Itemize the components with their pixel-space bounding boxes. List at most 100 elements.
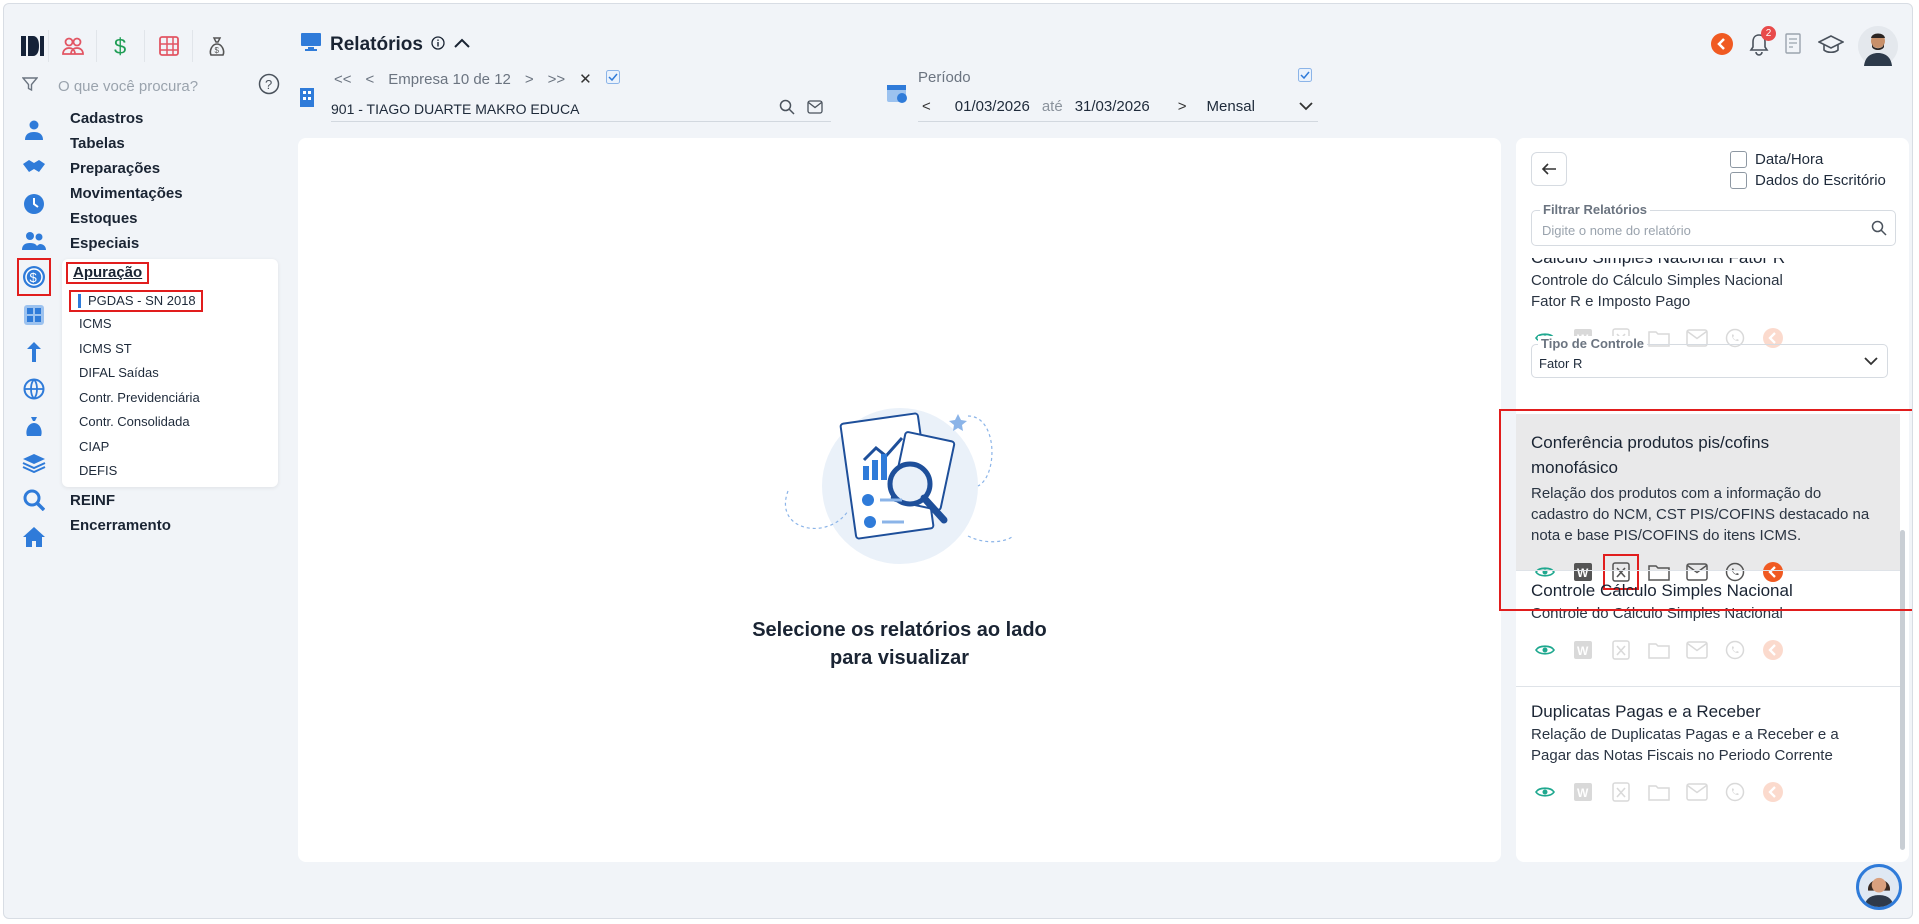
svg-text:W: W xyxy=(1577,644,1589,658)
mail-icon[interactable] xyxy=(1683,636,1711,664)
company-check-icon[interactable] xyxy=(605,70,620,88)
folder-icon[interactable] xyxy=(1645,636,1673,664)
submenu-item-pgdas[interactable]: PGDAS - SN 2018 xyxy=(69,290,203,312)
bell-icon[interactable]: 2 xyxy=(1748,25,1776,61)
whatsapp-icon[interactable] xyxy=(1721,636,1749,664)
dados-escritorio-checkbox[interactable]: Dados do Escritório xyxy=(1730,172,1886,189)
money-bag-icon[interactable]: $ xyxy=(192,30,240,62)
period-start-date[interactable]: 01/03/2026 xyxy=(955,98,1030,115)
globe-icon[interactable] xyxy=(18,370,50,407)
assistant-avatar[interactable] xyxy=(1856,864,1902,910)
makro-logo[interactable] xyxy=(18,31,48,61)
orange-back-icon[interactable] xyxy=(1759,636,1787,664)
menu-item-tabelas[interactable]: Tabelas xyxy=(70,131,280,156)
chevron-down-icon[interactable] xyxy=(1863,353,1879,374)
info-icon[interactable] xyxy=(431,34,445,56)
checkbox-box[interactable] xyxy=(1730,172,1747,189)
calculator-rail-icon[interactable] xyxy=(18,296,50,333)
eye-icon[interactable] xyxy=(1531,636,1559,664)
excel-icon[interactable] xyxy=(1607,636,1635,664)
menu-item-estoques[interactable]: Estoques xyxy=(70,206,280,231)
word-icon[interactable]: W xyxy=(1569,636,1597,664)
chevron-up-icon[interactable] xyxy=(453,34,471,56)
filter-icon[interactable] xyxy=(21,76,39,97)
whatsapp-icon[interactable] xyxy=(1721,778,1749,806)
periodo-label: Período xyxy=(918,69,971,86)
periodo-check-icon[interactable] xyxy=(1298,68,1312,87)
last-company-button[interactable]: >> xyxy=(548,71,566,88)
arrow-up-icon[interactable] xyxy=(18,333,50,370)
user-tie-icon[interactable] xyxy=(18,111,50,148)
mail-icon[interactable] xyxy=(1683,778,1711,806)
filter-reports-field[interactable]: Filtrar Relatórios Digite o nome do rela… xyxy=(1531,202,1896,246)
eye-icon[interactable] xyxy=(1531,778,1559,806)
report-card-duplicatas[interactable]: Duplicatas Pagas e a Receber Relação de … xyxy=(1516,699,1900,806)
excel-icon[interactable] xyxy=(1607,778,1635,806)
empty-state-line1: Selecione os relatórios ao lado xyxy=(752,619,1047,641)
search-rail-icon[interactable] xyxy=(18,481,50,518)
people-icon[interactable] xyxy=(48,30,96,62)
report-title: Cálculo Simples Nacional Fator R xyxy=(1531,258,1885,270)
submenu-item-difal[interactable]: DIFAL Saídas xyxy=(79,363,159,383)
prev-period-button[interactable]: < xyxy=(922,98,931,115)
next-company-button[interactable]: > xyxy=(525,71,534,88)
handshake-icon[interactable] xyxy=(18,148,50,185)
menu-item-cadastros[interactable]: Cadastros xyxy=(70,106,280,131)
tipo-controle-select[interactable]: Tipo de Controle Fator R xyxy=(1531,336,1888,378)
orange-back-icon[interactable] xyxy=(1710,32,1734,61)
dados-escritorio-label: Dados do Escritório xyxy=(1755,172,1886,189)
money-bag-rail-icon[interactable] xyxy=(18,407,50,444)
first-company-button[interactable]: << xyxy=(334,71,352,88)
arrow-left-icon xyxy=(1541,163,1556,175)
search-input[interactable]: O que você procura? xyxy=(58,78,258,95)
home-icon[interactable] xyxy=(18,518,50,555)
user-avatar[interactable] xyxy=(1858,26,1898,66)
next-period-button[interactable]: > xyxy=(1178,98,1187,115)
help-icon[interactable]: ? xyxy=(258,73,280,100)
filter-input[interactable]: Digite o nome do relatório xyxy=(1542,223,1691,238)
svg-text:W: W xyxy=(1577,786,1589,800)
submenu-item-icms[interactable]: ICMS xyxy=(79,314,112,334)
layers-icon[interactable] xyxy=(18,444,50,481)
menu-item-reinf[interactable]: REINF xyxy=(70,492,115,509)
app-window: $ $ O que você procura? ? $ Cadastros Ta… xyxy=(3,3,1913,919)
svg-text:$: $ xyxy=(114,34,126,58)
graduation-cap-icon[interactable] xyxy=(1817,33,1845,60)
empty-state-line2: para visualizar xyxy=(830,647,969,669)
submenu-item-contr-prev[interactable]: Contr. Previdenciária xyxy=(79,388,200,408)
menu-item-especiais[interactable]: Especiais xyxy=(70,231,280,256)
menu-item-preparacoes[interactable]: Preparações xyxy=(70,156,280,181)
menu-item-apuracao[interactable]: Apuração xyxy=(66,262,150,284)
clear-company-button[interactable]: ✕ xyxy=(579,70,592,88)
mail-company-icon[interactable] xyxy=(807,100,823,117)
clock-icon[interactable] xyxy=(18,185,50,222)
prev-company-button[interactable]: < xyxy=(366,71,375,88)
dollar-icon[interactable]: $ xyxy=(96,30,144,62)
report-viewer: Selecione os relatórios ao lado para vis… xyxy=(298,138,1501,862)
monitor-icon xyxy=(300,32,322,58)
users-icon[interactable] xyxy=(18,222,50,259)
back-button[interactable] xyxy=(1531,152,1567,186)
menu-item-encerramento[interactable]: Encerramento xyxy=(70,517,171,534)
datahora-checkbox[interactable]: Data/Hora xyxy=(1730,151,1823,168)
apuracao-dollar-icon[interactable]: $ xyxy=(17,258,51,296)
menu-search[interactable]: O que você procura? ? xyxy=(21,73,280,100)
company-navigator: << < Empresa 10 de 12 > >> ✕ xyxy=(334,70,620,88)
folder-icon[interactable] xyxy=(1645,778,1673,806)
orange-back-icon[interactable] xyxy=(1759,778,1787,806)
period-end-date[interactable]: 31/03/2026 xyxy=(1075,98,1150,115)
document-search-icon[interactable] xyxy=(1784,32,1804,60)
submenu-item-ciap[interactable]: CIAP xyxy=(79,437,109,457)
search-company-icon[interactable] xyxy=(779,99,795,118)
menu-item-movimentacoes[interactable]: Movimentações xyxy=(70,181,280,206)
submenu-item-contr-consolidada[interactable]: Contr. Consolidada xyxy=(79,412,190,432)
period-mode-select[interactable]: Mensal xyxy=(1207,98,1298,115)
search-icon[interactable] xyxy=(1871,220,1887,241)
word-icon[interactable]: W xyxy=(1569,778,1597,806)
company-field[interactable]: 901 - TIAGO DUARTE MAKRO EDUCA xyxy=(331,96,831,122)
checkbox-box[interactable] xyxy=(1730,151,1747,168)
submenu-item-defis[interactable]: DEFIS xyxy=(79,461,117,481)
calculator-icon[interactable] xyxy=(144,30,192,62)
submenu-item-icms-st[interactable]: ICMS ST xyxy=(79,339,132,359)
chevron-down-icon[interactable] xyxy=(1298,98,1314,115)
